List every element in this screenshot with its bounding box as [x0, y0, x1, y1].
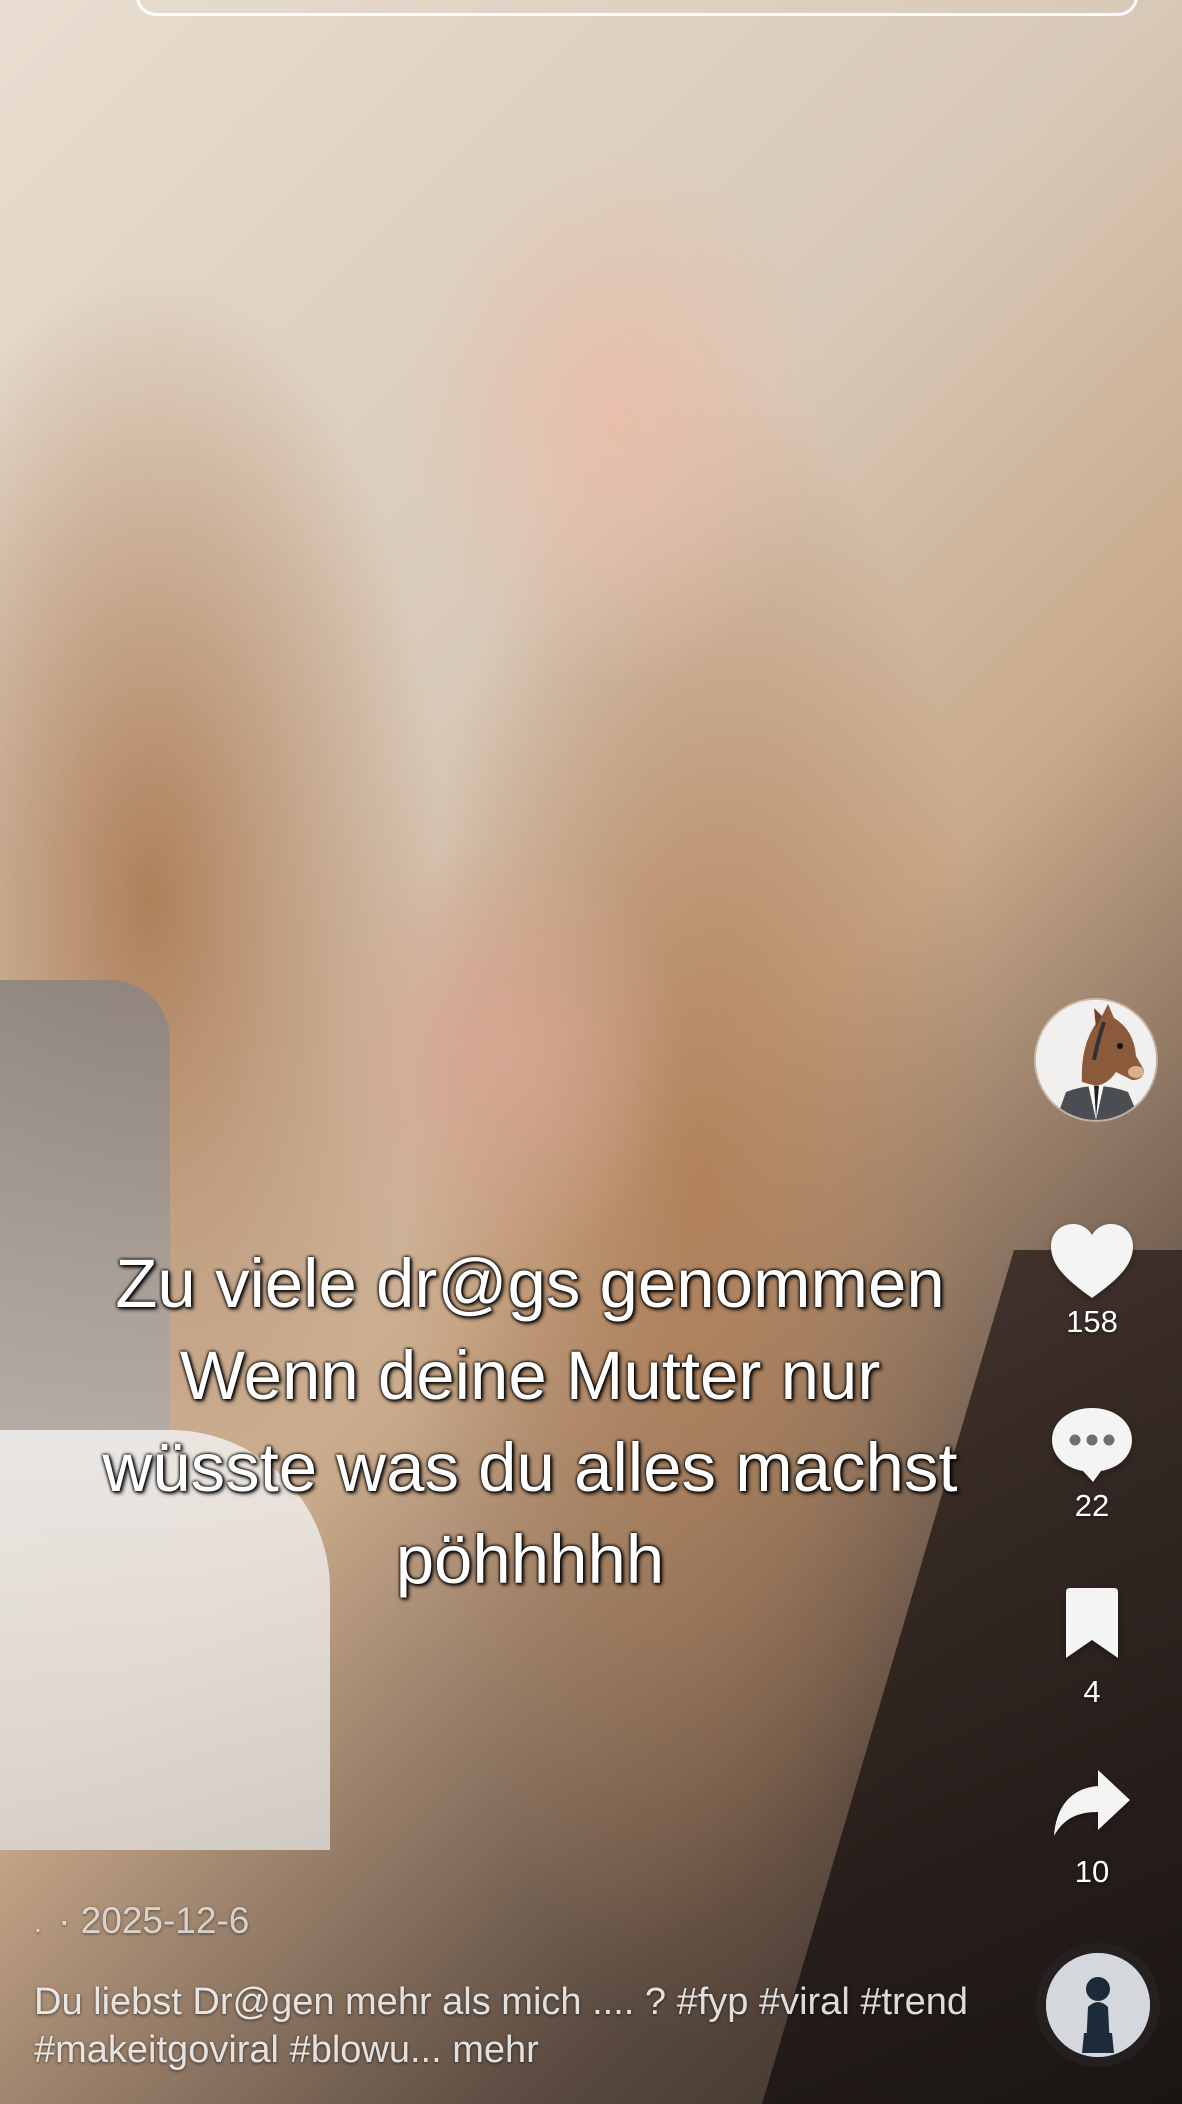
caption-line: pöhhhhh — [395, 1521, 665, 1598]
heart-icon — [1051, 1224, 1133, 1298]
like-button[interactable]: 158 — [1022, 1222, 1162, 1340]
bookmark-button[interactable]: 4 — [1022, 1588, 1162, 1710]
horse-avatar-icon — [1036, 1000, 1156, 1120]
music-disc-button[interactable] — [1046, 1953, 1150, 2057]
username[interactable]: . — [34, 1907, 42, 1938]
post-description[interactable]: Du liebst Dr@gen mehr als mich .... ? #f… — [34, 1978, 984, 2074]
like-count: 158 — [1066, 1304, 1118, 1339]
caption-line: wüsste was du alles machst — [102, 1429, 958, 1506]
share-button[interactable]: 10 — [1022, 1768, 1162, 1890]
action-rail: 158 22 4 10 — [1022, 0, 1162, 2104]
bookmark-icon — [1066, 1588, 1118, 1658]
caption-line: Zu viele dr@gs genommen — [115, 1245, 945, 1322]
more-link[interactable]: mehr — [452, 2029, 539, 2071]
bookmark-count: 4 — [1083, 1674, 1101, 1709]
top-search-pill[interactable] — [136, 0, 1138, 16]
video-caption-overlay: Zu viele dr@gs genommen Wenn deine Mutte… — [30, 1238, 1030, 1606]
comment-button[interactable]: 22 — [1022, 1404, 1162, 1524]
comment-bubble-icon — [1052, 1408, 1132, 1482]
music-disc-avatar-icon — [1046, 1953, 1150, 2057]
video-background[interactable] — [0, 0, 1182, 2104]
creator-avatar[interactable] — [1036, 1000, 1156, 1120]
comment-count: 22 — [1074, 1488, 1110, 1523]
share-arrow-icon — [1054, 1770, 1130, 1836]
post-date: · 2025-12-6 — [58, 1900, 250, 1941]
share-count: 10 — [1074, 1854, 1110, 1889]
post-meta: . · 2025-12-6 — [34, 1900, 249, 1942]
caption-line: Wenn deine Mutter nur — [179, 1337, 881, 1414]
